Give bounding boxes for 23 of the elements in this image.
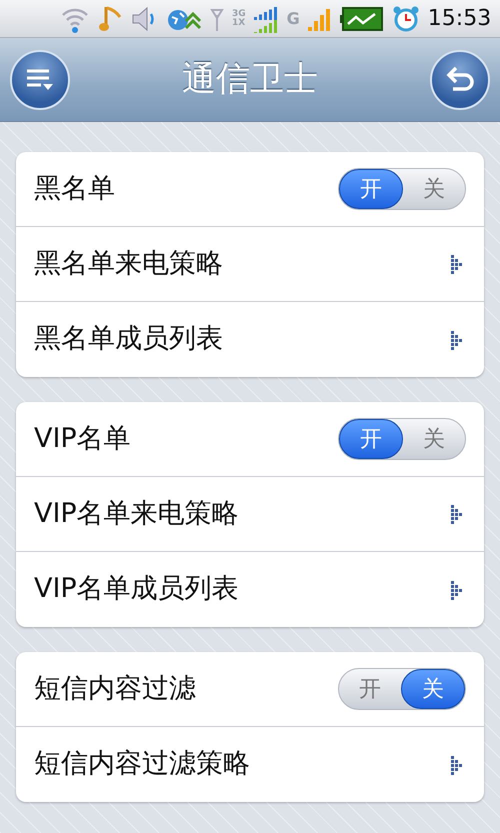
screen-title: 通信卫士 [182,58,318,101]
battery-icon [340,6,384,32]
settings-row[interactable]: 黑名单成员列表 [16,302,484,377]
network-label: 3G [232,10,246,18]
toggle-switch[interactable]: 开 关 [338,418,466,460]
signal-icon [254,4,279,32]
network-label: G [286,14,300,23]
settings-row: 黑名单 开 关 [16,152,484,227]
settings-row: VIP名单 开 关 [16,402,484,477]
alarm-clock-icon [392,4,420,32]
settings-row[interactable]: 黑名单来电策略 [16,227,484,302]
menu-icon [25,66,55,92]
clock-time: 15:53 [428,5,492,33]
chevron-icon [451,502,462,526]
settings-row[interactable]: 短信内容过滤策略 [16,727,484,802]
music-note-icon [98,4,122,32]
network-label: 1X [232,18,246,28]
toggle-switch[interactable]: 开 关 [338,168,466,210]
settings-row: 短信内容过滤 开 关 [16,652,484,727]
settings-row[interactable]: VIP名单成员列表 [16,552,484,627]
toggle-switch[interactable]: 开 关 [338,668,466,710]
chevron-icon [451,252,462,276]
settings-row[interactable]: VIP名单来电策略 [16,477,484,552]
